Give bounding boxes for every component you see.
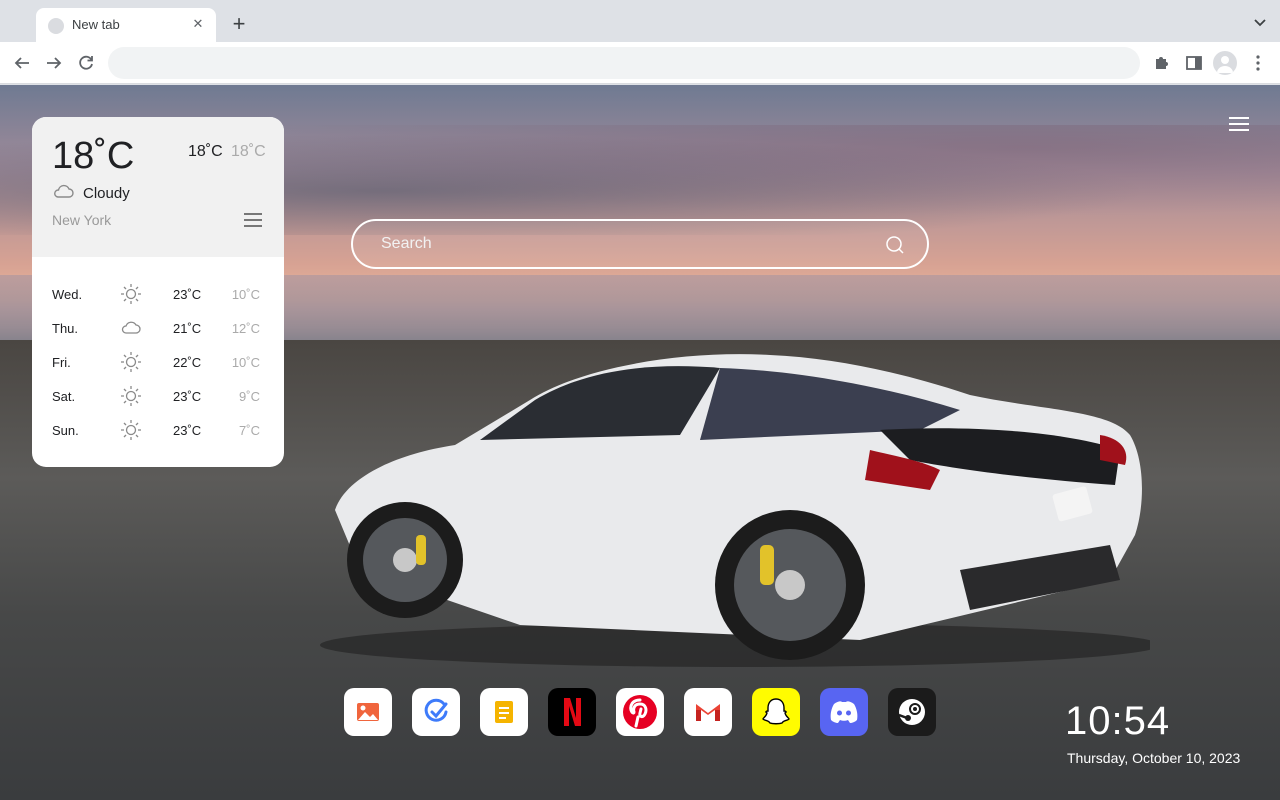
notes-app-button[interactable] (480, 688, 528, 736)
sun-icon (121, 352, 141, 372)
todo-icon (412, 688, 460, 736)
forecast-high: 23˚C (173, 423, 202, 438)
forward-button[interactable] (42, 51, 66, 75)
search-input[interactable] (381, 221, 861, 267)
browser-menu-button[interactable] (1246, 51, 1270, 75)
clock-time: 10:54 (1065, 699, 1171, 743)
forecast-high: 23˚C (173, 389, 202, 404)
weather-widget[interactable]: 18˚C 18˚C 18˚C Cloudy New York Wed. 23˚C… (32, 117, 284, 467)
forecast-day: Wed. (52, 287, 83, 302)
new-tab-page: 18˚C 18˚C 18˚C Cloudy New York Wed. 23˚C… (0, 85, 1280, 800)
pinterest-app-button[interactable] (616, 688, 664, 736)
sun-icon (121, 386, 141, 406)
forecast-row: Thu. 21˚C 12˚C (32, 311, 284, 345)
menu-icon[interactable] (1229, 117, 1249, 133)
current-temperature: 18˚C (52, 135, 135, 177)
puzzle-piece-icon (1156, 57, 1168, 69)
sun-icon (121, 284, 141, 304)
tab-favicon-icon (48, 18, 64, 34)
gmail-icon (684, 688, 732, 736)
forecast-high: 23˚C (173, 287, 202, 302)
netflix-icon (548, 688, 596, 736)
gallery-app-button[interactable] (344, 688, 392, 736)
tab-title: New tab (72, 17, 120, 32)
more-vertical-icon (1256, 55, 1260, 71)
forecast-day: Sat. (52, 389, 76, 404)
discord-icon (820, 688, 868, 736)
discord-app-button[interactable] (820, 688, 868, 736)
snapchat-app-button[interactable] (752, 688, 800, 736)
steam-app-button[interactable] (888, 688, 936, 736)
address-bar[interactable] (108, 47, 1140, 79)
forecast-row: Fri. 22˚C 10˚C (32, 345, 284, 379)
weather-forecast: Wed. 23˚C 10˚C Thu. 21˚C 12˚C Fri. 22˚C … (32, 277, 284, 447)
low-temperature: 18˚C (231, 143, 266, 160)
weather-condition: Cloudy (83, 185, 130, 202)
side-panel-button[interactable] (1182, 51, 1206, 75)
forecast-low: 9˚C (239, 389, 260, 404)
gmail-app-button[interactable] (684, 688, 732, 736)
chevron-down-icon (1254, 19, 1266, 27)
arrow-right-icon (47, 57, 62, 69)
search-icon[interactable] (885, 235, 905, 255)
weather-current: 18˚C 18˚C 18˚C Cloudy New York (32, 117, 284, 257)
reload-icon (79, 55, 93, 70)
todo-app-button[interactable] (412, 688, 460, 736)
clock-date: Thursday, October 10, 2023 (1067, 750, 1241, 766)
tab-search-button[interactable] (1250, 13, 1270, 33)
tab-new-tab[interactable]: New tab ✕ (36, 8, 216, 42)
back-button[interactable] (10, 51, 34, 75)
tab-close-button[interactable]: ✕ (188, 14, 208, 34)
forecast-high: 22˚C (173, 355, 202, 370)
cloud-icon (121, 321, 141, 334)
sun-icon (121, 420, 141, 440)
side-panel-icon (1186, 56, 1202, 70)
browser-toolbar (0, 42, 1280, 84)
person-icon (1217, 56, 1233, 73)
wallpaper-car-image (320, 354, 1150, 667)
forecast-low: 10˚C (231, 355, 260, 370)
profile-avatar[interactable] (1213, 51, 1237, 75)
forecast-day: Thu. (52, 321, 79, 336)
weather-menu-icon[interactable] (244, 213, 262, 229)
new-tab-button[interactable]: + (226, 11, 252, 37)
netflix-app-button[interactable] (548, 688, 596, 736)
steam-icon (888, 688, 936, 736)
forecast-low: 7˚C (239, 423, 260, 438)
forecast-row: Sun. 23˚C 7˚C (32, 413, 284, 447)
snapchat-icon (752, 688, 800, 736)
forecast-day: Sun. (52, 423, 79, 438)
extensions-button[interactable] (1150, 51, 1174, 75)
gallery-icon (344, 688, 392, 736)
notes-icon (480, 688, 528, 736)
search-box (351, 219, 929, 269)
cloud-icon (54, 184, 74, 198)
weather-city: New York (52, 212, 112, 228)
forecast-row: Sat. 23˚C 9˚C (32, 379, 284, 413)
forecast-low: 12˚C (231, 321, 260, 336)
forecast-row: Wed. 23˚C 10˚C (32, 277, 284, 311)
forecast-high: 21˚C (173, 321, 202, 336)
forecast-low: 10˚C (231, 287, 260, 302)
forecast-day: Fri. (52, 355, 71, 370)
pinterest-icon (616, 688, 664, 736)
arrow-left-icon (14, 57, 29, 69)
high-temperature: 18˚C (188, 143, 223, 160)
reload-button[interactable] (74, 51, 98, 75)
tab-strip: New tab ✕ + (0, 0, 1280, 42)
